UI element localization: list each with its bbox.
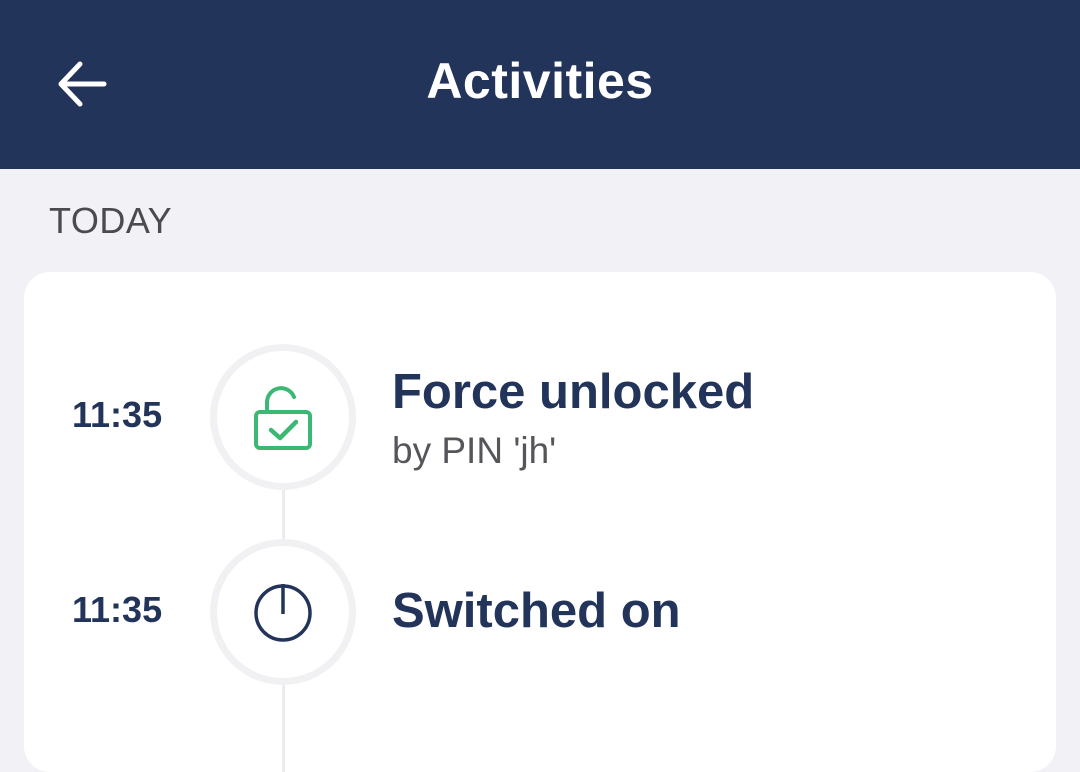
section-label-today: TODAY: [49, 200, 173, 241]
power-icon: [254, 584, 312, 642]
activity-time: 11:35: [72, 394, 163, 435]
activity-title: Switched on: [392, 584, 681, 638]
timeline-connector: [282, 682, 285, 772]
activity-icon-circle: [210, 539, 356, 685]
activity-title: Force unlocked: [392, 365, 755, 419]
timeline-connector: [282, 486, 285, 542]
activity-time: 11:35: [72, 589, 163, 630]
unlocked-padlock-check-icon: [254, 386, 312, 450]
app-bar: Activities: [0, 0, 1080, 169]
page-title: Activities: [426, 53, 654, 109]
activity-icon-circle: [210, 344, 356, 490]
activity-item[interactable]: 11:35 Force unlocked by PIN 'jh': [24, 344, 1056, 490]
activity-card: 11:35 Force unlocked by PIN 'jh' 11:35 S…: [24, 272, 1056, 772]
activity-subtitle: by PIN 'jh': [392, 430, 557, 471]
activity-item[interactable]: 11:35 Switched on: [24, 539, 1056, 685]
